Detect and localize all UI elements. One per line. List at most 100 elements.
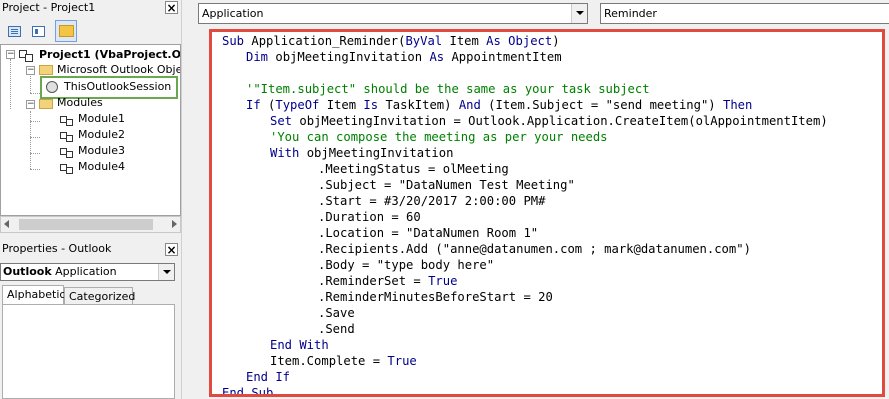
folder-icon — [59, 25, 74, 37]
tab-categorized[interactable]: Categorized — [64, 287, 135, 305]
code-line[interactable]: .Body = "type body here" — [318, 257, 494, 273]
properties-pane-close-icon[interactable]: × — [165, 243, 178, 257]
code-line[interactable]: .ReminderMinutesBeforeStart = 20 — [318, 289, 553, 305]
code-line[interactable]: Item.Complete = True — [270, 353, 417, 369]
properties-grid[interactable] — [2, 304, 175, 399]
object-combo[interactable]: Application — [198, 3, 588, 24]
code-line[interactable]: .Duration = 60 — [318, 209, 421, 225]
project-pane-close-icon[interactable]: × — [165, 1, 178, 15]
code-keyword: Dim — [246, 50, 276, 64]
folder-icon — [39, 65, 53, 75]
code-text: Application_Reminder( — [251, 34, 406, 48]
code-keyword: As Object — [486, 34, 553, 48]
tree-guide-line — [30, 93, 40, 94]
tree-guide-line — [30, 137, 40, 138]
tree-item-project[interactable]: Project1 (VbaProject.OT — [39, 47, 180, 63]
code-editor[interactable]: Sub Application_Reminder(ByVal Item As O… — [209, 29, 885, 397]
code-text: Item — [326, 98, 364, 112]
code-text: .Start = #3/20/2017 2:00:00 PM# — [318, 194, 546, 208]
chevron-down-icon[interactable] — [571, 4, 587, 23]
code-text: .Send — [318, 322, 355, 336]
tree-item-module3[interactable]: Module3 — [78, 143, 125, 159]
code-line[interactable]: .Location = "DataNumen Room 1" — [318, 225, 538, 241]
tab-alphabetic[interactable]: Alphabetic — [2, 285, 65, 305]
code-line[interactable]: .Send — [318, 321, 355, 337]
code-text: TaskItem) — [385, 98, 459, 112]
code-line[interactable]: Set objMeetingInvitation = Outlook.Appli… — [270, 113, 828, 129]
project-collapse-icon[interactable]: − — [6, 50, 15, 59]
tree-guide-line — [30, 121, 40, 122]
properties-pane: Properties - Outlook × Outlook Applicati… — [0, 240, 181, 399]
view-code-button[interactable] — [3, 20, 25, 42]
code-line[interactable]: End With — [270, 337, 329, 353]
toggle-folders-button[interactable] — [55, 20, 77, 42]
code-text: .ReminderSet = — [318, 274, 429, 288]
code-text: .Recipients.Add ("anne@datanumen.com ; m… — [318, 242, 751, 256]
code-line[interactable]: End Sub — [222, 385, 273, 394]
code-text: .Location = "DataNumen Room 1" — [318, 226, 539, 240]
tree-guide-line — [30, 111, 31, 169]
code-line[interactable]: 'You can compose the meeting as per your… — [270, 129, 608, 145]
code-text: objMeetingInvitation — [275, 50, 430, 64]
tree-item-modules[interactable]: Modules — [57, 95, 103, 111]
code-line[interactable]: Sub Application_Reminder(ByVal Item As O… — [222, 33, 560, 49]
code-line[interactable]: .Subject = "DataNumen Test Meeting" — [318, 177, 575, 193]
project-toolbar — [0, 18, 181, 44]
chevron-down-icon[interactable] — [158, 264, 174, 280]
code-line[interactable]: .MeetingStatus = olMeeting — [318, 161, 509, 177]
code-text: .MeetingStatus = olMeeting — [318, 162, 509, 176]
tree-item-module4[interactable]: Module4 — [78, 159, 125, 175]
code-line[interactable]: With objMeetingInvitation — [270, 145, 453, 161]
tree-item-module1[interactable]: Module1 — [78, 111, 125, 127]
code-keyword: True — [387, 354, 417, 368]
view-object-button[interactable] — [27, 20, 49, 42]
code-keyword: As — [429, 50, 452, 64]
code-text: Item.Complete = — [270, 354, 388, 368]
session-clock-icon — [46, 81, 58, 93]
code-line[interactable]: .Start = #3/20/2017 2:00:00 PM# — [318, 193, 545, 209]
code-text: (Item.Subject = "send meeting") — [488, 98, 723, 112]
code-line[interactable]: .ReminderSet = True — [318, 273, 457, 289]
code-keyword: TypeOf — [275, 98, 327, 112]
code-line[interactable]: '"Item.subject" should be the same as yo… — [246, 81, 650, 97]
code-line[interactable]: .Recipients.Add ("anne@datanumen.com ; m… — [318, 241, 751, 257]
module-icon — [59, 114, 73, 126]
code-keyword: And — [458, 98, 489, 112]
code-line[interactable]: Dim objMeetingInvitation As AppointmentI… — [246, 49, 562, 65]
code-text: ) — [552, 34, 560, 48]
modules-collapse-icon[interactable]: − — [26, 100, 35, 109]
outlook-objects-collapse-icon[interactable]: − — [26, 66, 35, 75]
code-comment: '"Item.subject" should be the same as yo… — [246, 82, 650, 96]
scroll-left-icon[interactable] — [4, 220, 9, 228]
tree-guide-line — [10, 59, 11, 109]
code-text: .Subject = "DataNumen Test Meeting" — [318, 178, 575, 192]
tree-item-module2[interactable]: Module2 — [78, 127, 125, 143]
project-tree: − Project1 (VbaProject.OT − Microsoft Ou… — [0, 44, 181, 216]
code-line[interactable]: If (TypeOf Item Is TaskItem) And (Item.S… — [246, 97, 752, 113]
properties-pane-title: Properties - Outlook — [2, 242, 112, 255]
code-keyword: Then — [722, 98, 753, 112]
project-pane-title: Project - Project1 — [0, 0, 181, 16]
tree-guide-line — [30, 73, 31, 93]
folder-icon — [39, 99, 53, 109]
view-code-icon — [8, 26, 21, 37]
project-explorer-pane: Project - Project1 × − Project1 (VbaProj… — [0, 0, 181, 240]
code-keyword: Set — [270, 114, 300, 128]
code-text: Item — [449, 34, 487, 48]
properties-object-select[interactable]: Outlook Application — [0, 263, 175, 281]
tree-guide-line — [30, 169, 40, 170]
code-line[interactable]: End If — [246, 369, 290, 385]
code-keyword: End With — [270, 338, 329, 352]
code-text: .Body = "type body here" — [318, 258, 495, 272]
module-icon — [59, 130, 73, 142]
tree-item-outlook-objects[interactable]: Microsoft Outlook Objec — [57, 62, 180, 78]
view-object-icon — [32, 26, 45, 37]
project-tree-hscrollbar[interactable] — [0, 216, 181, 233]
procedure-combo[interactable]: Reminder — [600, 3, 889, 24]
code-line[interactable]: .Save — [318, 305, 355, 321]
tree-item-session[interactable]: ThisOutlookSession — [64, 79, 171, 95]
module-icon — [59, 162, 73, 174]
properties-object-type: Application — [55, 265, 117, 278]
scroll-right-icon[interactable] — [172, 220, 177, 228]
scrollbar-thumb[interactable] — [19, 219, 153, 230]
